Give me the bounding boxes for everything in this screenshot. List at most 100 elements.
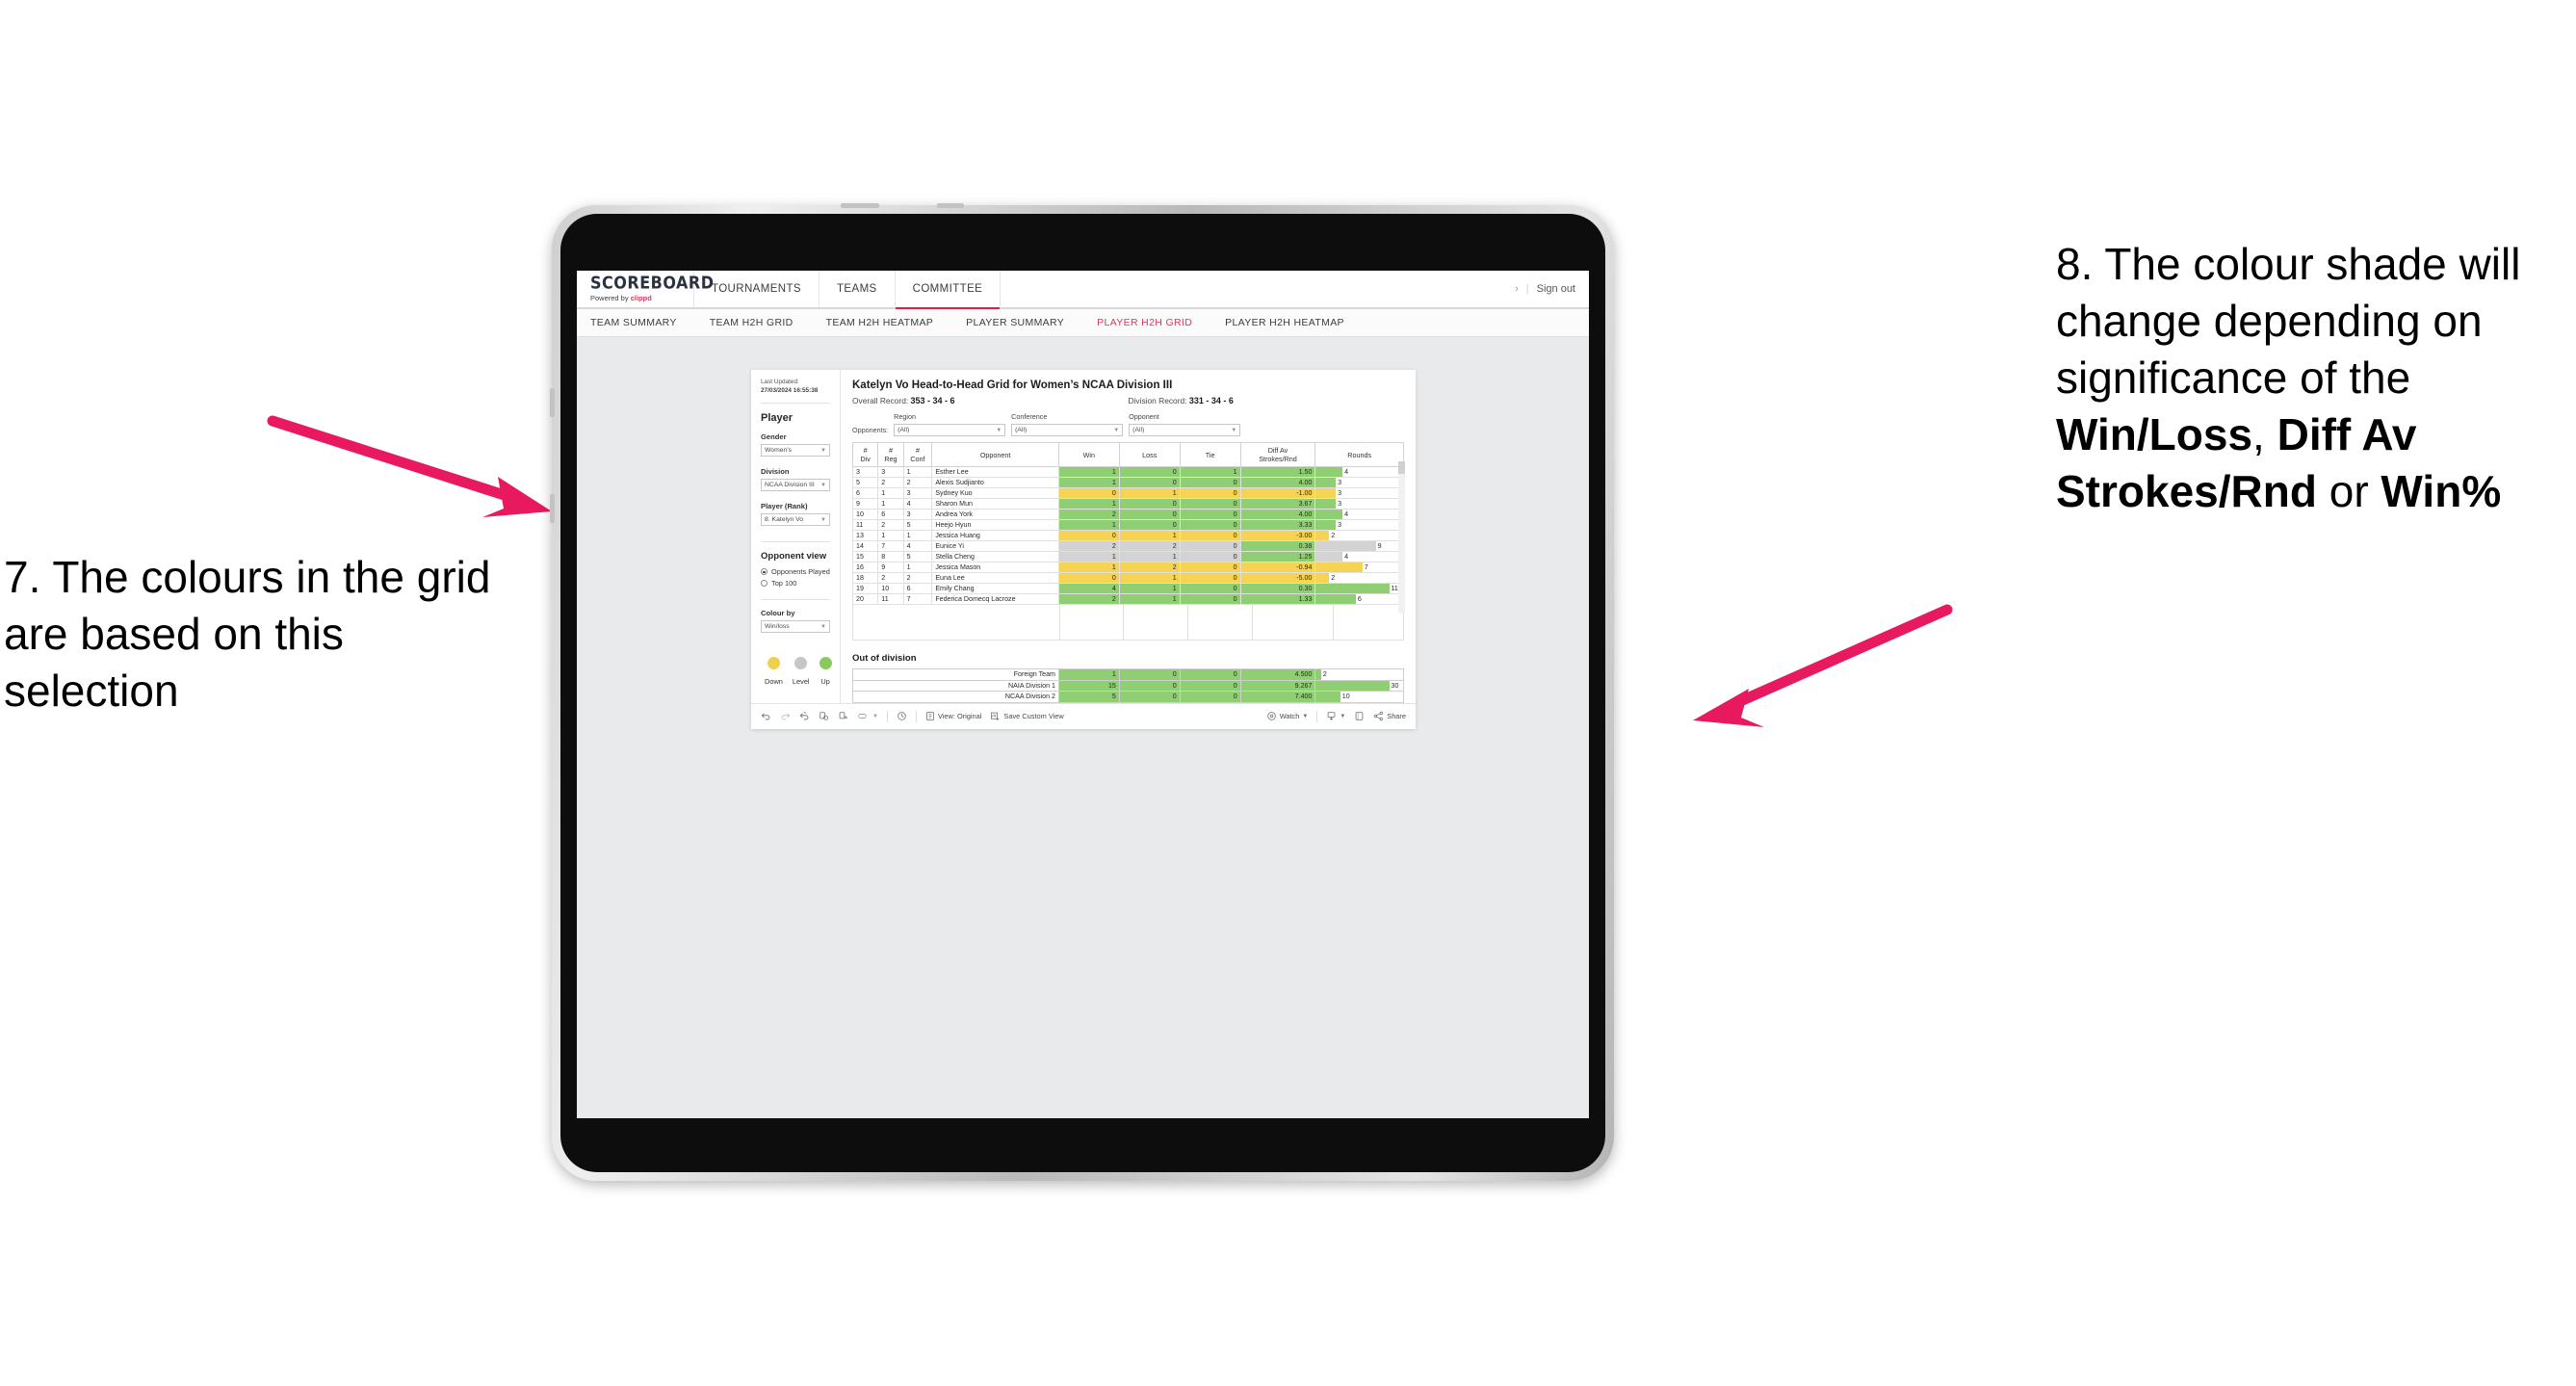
view-original-button[interactable]: View: Original <box>925 711 981 721</box>
download-icon[interactable]: ▼ <box>1326 711 1345 721</box>
records-row: Overall Record: 353 - 34 - 6 Division Re… <box>852 396 1404 405</box>
out-of-division-row[interactable]: Foreign Team 1 0 0 4.500 2 <box>852 668 1404 681</box>
table-row[interactable]: 9 1 4 Sharon Mun 1 0 0 3.67 3 <box>851 498 1404 510</box>
cell-tie: 0 <box>1179 519 1241 531</box>
pause-auto-update-icon[interactable] <box>838 711 848 721</box>
col-conf[interactable]: # Conf <box>902 442 933 467</box>
rounds-bar <box>1315 531 1330 540</box>
cell-win: 2 <box>1057 593 1120 605</box>
sidebar-divider-3 <box>761 599 830 601</box>
table-row[interactable]: 18 2 2 Euna Lee 0 1 0 -5.00 2 <box>851 572 1404 584</box>
table-row[interactable]: 6 1 3 Sydney Kuo 0 1 0 -1.00 3 <box>851 487 1404 499</box>
cell-diff: 1.50 <box>1239 466 1316 478</box>
colour-by-select-value: Win/loss <box>765 623 790 631</box>
grid-scrollbar[interactable] <box>1398 461 1405 614</box>
filter-conference-label: Conference <box>1011 412 1048 421</box>
player-rank-select[interactable]: 8. Katelyn Vo ▼ <box>761 513 830 527</box>
redo-icon[interactable] <box>780 711 791 721</box>
table-row[interactable]: 5 2 2 Alexis Sudjianto 1 0 0 4.00 3 <box>851 477 1404 488</box>
col-rounds[interactable]: Rounds <box>1314 442 1404 467</box>
save-custom-view-label: Save Custom View <box>1003 712 1064 720</box>
cell-loss: 1 <box>1118 572 1181 584</box>
region-select[interactable]: (All) ▼ <box>894 424 1006 436</box>
fullscreen-icon[interactable] <box>1354 711 1365 721</box>
out-of-division-table: Foreign Team 1 0 0 4.500 2 NAIA Division 1 15 0 0… <box>852 668 1404 703</box>
rounds-bar <box>1315 594 1356 604</box>
secondary-nav: TEAM SUMMARY TEAM H2H GRID TEAM H2H HEAT… <box>577 309 1589 337</box>
nav-item-teams[interactable]: TEAMS <box>820 271 896 307</box>
subnav-item-team-h2h-grid[interactable]: TEAM H2H GRID <box>710 317 810 328</box>
rounds-bar <box>1315 541 1376 551</box>
out-of-division-row[interactable]: NAIA Division 1 15 0 0 9.267 30 <box>852 679 1404 692</box>
subnav-item-team-summary[interactable]: TEAM SUMMARY <box>590 317 693 328</box>
out-of-division-row[interactable]: NCAA Division 2 5 0 0 7.400 10 <box>852 691 1404 703</box>
col-opponent[interactable]: Opponent <box>931 442 1059 467</box>
sign-out-link[interactable]: Sign out <box>1537 283 1575 295</box>
cell-rounds: 2 <box>1314 530 1404 541</box>
cell-reg: 2 <box>877 572 904 584</box>
opponent-select[interactable]: (All) ▼ <box>1129 424 1241 436</box>
cell-rounds: 3 <box>1314 519 1404 531</box>
division-select[interactable]: NCAA Division III ▼ <box>761 479 830 492</box>
watch-button[interactable]: Watch ▼ <box>1266 711 1308 721</box>
cell-diff: 1.33 <box>1239 593 1316 605</box>
grid-scrollbar-thumb[interactable] <box>1398 461 1405 474</box>
subnav-item-team-h2h-heatmap[interactable]: TEAM H2H HEATMAP <box>826 317 950 328</box>
revert-icon[interactable] <box>799 711 810 721</box>
table-row[interactable]: 10 6 3 Andrea York 2 0 0 4.00 4 <box>851 509 1404 520</box>
cell-conf: 6 <box>902 583 933 594</box>
pause-icon[interactable] <box>897 711 907 721</box>
colour-by-select[interactable]: Win/loss ▼ <box>761 620 830 634</box>
conference-select[interactable]: (All) ▼ <box>1011 424 1124 436</box>
col-win[interactable]: Win <box>1057 442 1120 467</box>
col-diff-av-strokes[interactable]: Diff Av Strokes/Rnd <box>1239 442 1316 467</box>
nav-item-committee[interactable]: COMMITTEE <box>895 271 1002 309</box>
bottom-toolbar: ▼ View: Original Save Custom View Watch … <box>751 702 1416 729</box>
radio-top-100[interactable]: Top 100 <box>761 579 830 588</box>
col-loss[interactable]: Loss <box>1118 442 1181 467</box>
cell-loss: 0 <box>1118 477 1181 488</box>
col-reg[interactable]: # Reg <box>877 442 904 467</box>
filter-region-label: Region <box>894 412 916 421</box>
brand-logo[interactable]: SCOREBOARD Powered by clippd <box>577 271 714 307</box>
table-row[interactable]: 13 1 1 Jessica Huang 0 1 0 -3.00 2 <box>851 530 1404 541</box>
table-row[interactable]: 14 7 4 Eunice Yi 2 2 0 0.38 9 <box>851 540 1404 552</box>
share-button[interactable]: Share <box>1373 711 1406 721</box>
cell-diff: 0.38 <box>1239 540 1316 552</box>
refresh-data-icon[interactable] <box>819 711 829 721</box>
tablet-volume-button-2 <box>550 494 555 523</box>
table-row[interactable]: 16 9 1 Jessica Mason 1 2 0 -0.94 7 <box>851 562 1404 573</box>
col-div[interactable]: # Div <box>851 442 879 467</box>
nav-item-tournaments[interactable]: TOURNAMENTS <box>694 271 820 307</box>
sidebar-divider-1 <box>761 403 830 405</box>
table-row[interactable]: 19 10 6 Emily Chang 4 1 0 0.30 11 <box>851 583 1404 594</box>
cell-tie: 0 <box>1179 540 1241 552</box>
cell-diff: 1.25 <box>1239 551 1316 562</box>
filler-cell-5 <box>1253 605 1334 640</box>
table-row[interactable]: 11 2 5 Heejo Hyun 1 0 0 3.33 3 <box>851 519 1404 531</box>
subnav-item-player-h2h-heatmap[interactable]: PLAYER H2H HEATMAP <box>1225 317 1361 328</box>
highlight-tool-icon[interactable]: ▼ <box>857 711 878 721</box>
subnav-item-player-summary[interactable]: PLAYER SUMMARY <box>966 317 1080 328</box>
table-row[interactable]: 15 8 5 Stella Cheng 1 1 0 1.25 4 <box>851 551 1404 562</box>
division-record: Division Record: 331 - 34 - 6 <box>1129 396 1405 405</box>
cell-div: 9 <box>851 498 879 510</box>
app-header: SCOREBOARD Powered by clippd TOURNAMENTS… <box>577 271 1589 309</box>
annotation-right-part-0: 8. The colour shade will change dependin… <box>2056 239 2521 403</box>
save-custom-view-button[interactable]: Save Custom View <box>990 711 1064 721</box>
chevron-right-icon[interactable]: › <box>1515 283 1519 295</box>
col-reg-top: # <box>888 446 893 455</box>
table-row[interactable]: 3 3 1 Esther Lee 1 0 1 1.50 4 <box>851 466 1404 478</box>
gender-select[interactable]: Women’s ▼ <box>761 444 830 458</box>
undo-icon[interactable] <box>761 711 771 721</box>
rounds-value: 4 <box>1344 468 1349 476</box>
table-row[interactable]: 20 11 7 Federica Domecq Lacroze 2 1 0 1.33 6 <box>851 593 1404 605</box>
clippd-name: clippd <box>630 294 652 303</box>
cell-conf: 4 <box>902 498 933 510</box>
h2h-grid-wrapper: # Div # Reg # Conf Opponent Win Loss Tie Di… <box>851 442 1405 641</box>
cell-rounds: 6 <box>1314 593 1404 605</box>
col-tie[interactable]: Tie <box>1179 442 1241 467</box>
cell-tie: 0 <box>1179 551 1241 562</box>
subnav-item-player-h2h-grid[interactable]: PLAYER H2H GRID <box>1097 317 1209 328</box>
radio-opponents-played[interactable]: Opponents Played <box>761 567 830 576</box>
